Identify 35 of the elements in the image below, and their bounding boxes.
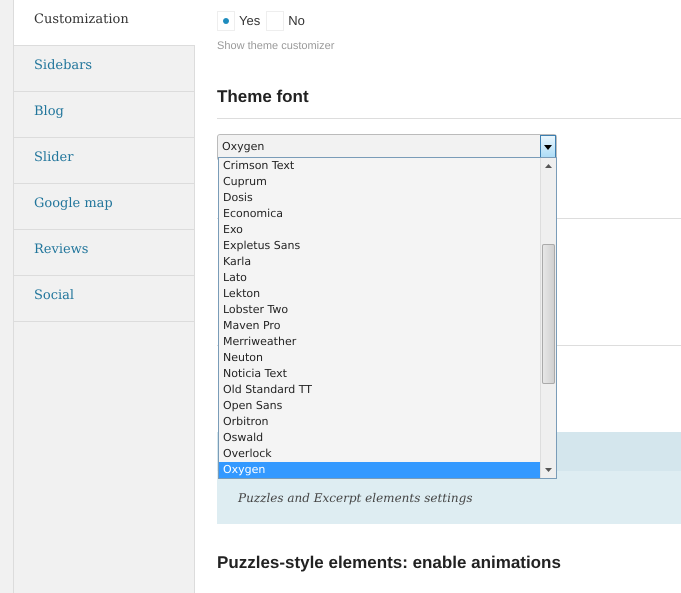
dropdown-option[interactable]: Oswald (219, 430, 540, 446)
dropdown-option[interactable]: Merriweather (219, 334, 540, 350)
sidebar-tab[interactable]: Customization (14, 0, 195, 46)
dropdown-option[interactable]: Maven Pro (219, 318, 540, 334)
dropdown-option[interactable]: Noticia Text (219, 366, 540, 382)
sidebar-tab[interactable]: Reviews (14, 230, 194, 276)
dropdown-option[interactable]: Orbitron (219, 414, 540, 430)
dropdown-option[interactable]: Economica (219, 206, 540, 222)
dropdown-option[interactable]: Lato (219, 270, 540, 286)
dropdown-option[interactable]: Cuprum (219, 174, 540, 190)
section-heading: Theme font (217, 84, 681, 119)
radio-label[interactable]: Yes (239, 11, 260, 31)
dropdown-option[interactable]: Karla (219, 254, 540, 270)
dropdown-option[interactable]: Overlock (219, 446, 540, 462)
sidebar-tab[interactable]: Blog (14, 92, 194, 138)
scroll-up-icon[interactable] (545, 164, 552, 168)
dropdown-option[interactable]: Old Standard TT (219, 382, 540, 398)
dropdown-option[interactable]: Lobster Two (219, 302, 540, 318)
radio-button[interactable] (217, 11, 235, 31)
radio-label[interactable]: No (288, 11, 305, 31)
sidebar-tab[interactable]: Sidebars (14, 46, 194, 92)
section-heading: Puzzles-style elements: enable animations (217, 552, 562, 574)
sidebar-tab[interactable]: Google map (14, 184, 194, 230)
dropdown-option[interactable]: Open Sans (219, 398, 540, 414)
help-text: Show theme customizer (217, 39, 336, 54)
sidebar-tab[interactable]: Slider (14, 138, 194, 184)
dropdown-option[interactable]: Dosis (219, 190, 540, 206)
dropdown-option[interactable]: Exo (219, 222, 540, 238)
scrollbar[interactable] (540, 158, 556, 478)
dropdown-option[interactable]: Lekton (219, 286, 540, 302)
dropdown-option[interactable]: Crimson Text (219, 158, 540, 174)
sidebar-tab[interactable]: Social (14, 276, 194, 322)
scroll-thumb[interactable] (542, 244, 555, 384)
dropdown-option[interactable]: Expletus Sans (219, 238, 540, 254)
dropdown-option[interactable]: Neuton (219, 350, 540, 366)
